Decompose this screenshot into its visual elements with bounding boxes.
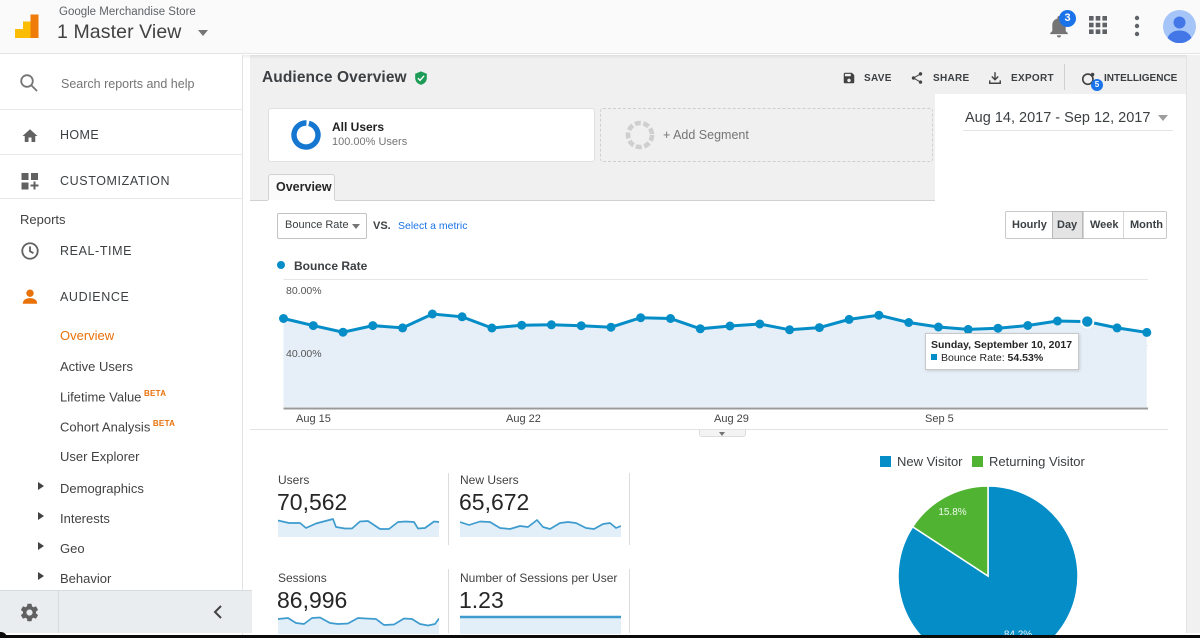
svg-text:15.8%: 15.8% (938, 507, 966, 518)
